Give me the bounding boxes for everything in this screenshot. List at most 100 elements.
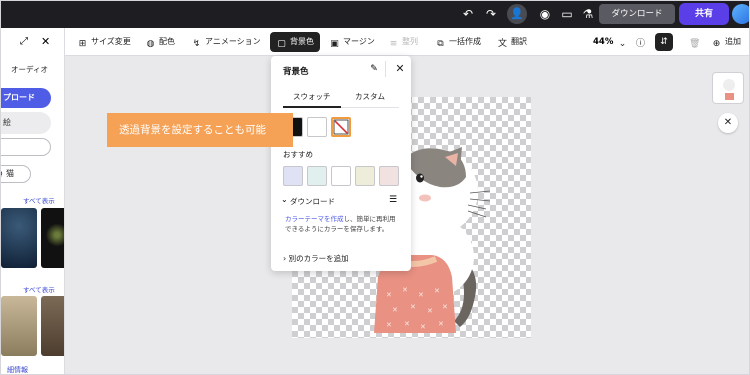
resize-label: サイズ変更 [91, 37, 131, 46]
align-tool[interactable]: ≡ 整列 [388, 32, 418, 52]
search-icon: Q [1, 166, 3, 182]
background-color-label: 背景色 [290, 37, 314, 46]
swatch-recommended-5[interactable] [379, 166, 399, 186]
see-all-link[interactable]: すべて表示 [23, 195, 55, 205]
add-color-section[interactable]: › 別のカラーを追加 [283, 253, 349, 264]
palette-icon: ◍ [146, 39, 155, 49]
margin-icon: ▣ [330, 39, 339, 49]
swatch-recommended-3[interactable] [331, 166, 351, 186]
eyedropper-icon[interactable]: ✎ [367, 62, 381, 76]
batch-create-label: 一括作成 [449, 37, 481, 46]
svg-text:✕: ✕ [434, 287, 440, 295]
translate-label: 翻訳 [511, 37, 527, 46]
thumbnail-photo[interactable] [41, 296, 64, 356]
create-color-theme-link[interactable]: カラーテーマを作成 [285, 215, 344, 223]
svg-text:✕: ✕ [386, 321, 392, 329]
batch-create-tool[interactable]: ⧉ 一括作成 [435, 32, 481, 52]
add-color-label: 別のカラーを追加 [288, 254, 349, 263]
batch-icon: ⧉ [437, 39, 444, 49]
page-thumbnail[interactable] [712, 72, 744, 104]
margin-label: マージン [343, 37, 375, 46]
trash-icon: 🗑 [689, 39, 701, 49]
tab-custom[interactable]: カスタム [355, 90, 385, 104]
background-color-tool[interactable]: ▢ 背景色 [270, 32, 320, 52]
comment-icon[interactable]: ▭ [558, 5, 576, 23]
svg-text:✕: ✕ [438, 320, 444, 328]
close-circle-icon[interactable]: ✕ [718, 113, 738, 133]
recommended-label: おすすめ [283, 150, 313, 159]
annotation-banner: 透過背景を設定することも可能 [107, 113, 293, 147]
tab-swatch[interactable]: スウォッチ [293, 90, 331, 104]
svg-text:✕: ✕ [442, 303, 448, 311]
background-swatch-icon: ▢ [277, 39, 286, 49]
chevron-right-icon: › [283, 254, 287, 263]
no-color-icon [333, 119, 349, 135]
flask-icon[interactable]: ⚗ [579, 5, 597, 23]
search-input[interactable] [1, 138, 51, 156]
svg-text:✕: ✕ [410, 303, 416, 311]
svg-text:✕: ✕ [386, 291, 392, 299]
user-avatar[interactable] [732, 4, 749, 24]
translate-tool[interactable]: 文翻訳 [497, 32, 527, 52]
expand-icon[interactable]: ⤢ [20, 36, 28, 47]
svg-text:✕: ✕ [427, 307, 433, 315]
align-icon: ≡ [389, 39, 398, 49]
zoom-dropdown[interactable]: ⌄ [617, 32, 631, 52]
color-scheme-tool[interactable]: ◍ 配色 [145, 32, 175, 52]
thumbnail-night-sky[interactable] [1, 208, 37, 268]
thumbnail-black-cat[interactable] [41, 208, 64, 268]
search-chip[interactable]: Q猫 [1, 165, 31, 183]
margin-tool[interactable]: ▣ マージン [329, 32, 375, 52]
audio-label[interactable]: オーディオ [11, 64, 48, 75]
detail-link[interactable]: 細情報 [7, 365, 28, 374]
settings-toggle-icon[interactable]: ⇵ [655, 33, 673, 51]
svg-text:✕: ✕ [404, 320, 410, 328]
svg-text:✕: ✕ [392, 306, 398, 314]
active-tab-indicator [283, 106, 341, 108]
close-icon[interactable]: ✕ [41, 35, 50, 48]
zoom-level[interactable]: 44% [593, 32, 613, 52]
see-all-link-2[interactable]: すべて表示 [23, 284, 55, 294]
delete-button[interactable]: 🗑 [689, 32, 703, 52]
swatch-white[interactable] [307, 117, 327, 137]
lightbulb-icon[interactable]: ◉ [536, 5, 554, 23]
chevron-down-icon: ⌄ [281, 195, 288, 204]
search-chip-label: 猫 [6, 169, 14, 178]
download-section-label: ダウンロード [290, 197, 335, 206]
swatch-recommended-2[interactable] [307, 166, 327, 186]
swatch-transparent[interactable] [331, 117, 351, 137]
translate-icon: 文 [497, 39, 507, 49]
photo-button[interactable]: 絵 [1, 112, 51, 134]
divider [385, 61, 386, 77]
resize-icon: ⊞ [78, 39, 87, 49]
menu-list-icon[interactable]: ☰ [389, 195, 397, 205]
swatch-recommended-1[interactable] [283, 166, 303, 186]
chevron-down-icon: ⌄ [618, 39, 627, 49]
svg-text:✕: ✕ [420, 323, 426, 331]
close-icon[interactable]: ✕ [393, 62, 407, 76]
undo-icon[interactable]: ↶ [459, 5, 477, 23]
popup-description: カラーテーマを作成し、簡単に再利用できるようにカラーを保存します。 [285, 214, 401, 234]
animation-icon: ↯ [192, 39, 201, 49]
app-window: ↶ ↷ 👤 ◉ ▭ ⚗ ダウンロード 共有 ⊞ サイズ変更 ◍ 配色 ↯ アニメーショ… [0, 0, 750, 375]
upload-button[interactable]: プロード [1, 88, 51, 108]
top-bar: ↶ ↷ 👤 ◉ ▭ ⚗ ダウンロード 共有 [1, 1, 749, 28]
add-button[interactable]: ⊕ 追加 [711, 32, 741, 52]
resize-tool[interactable]: ⊞ サイズ変更 [77, 32, 131, 52]
share-button[interactable]: 共有 [679, 3, 729, 25]
editor-toolbar: ⊞ サイズ変更 ◍ 配色 ↯ アニメーション ▢ 背景色 ▣ マージン ≡ 整列 ⧉ 一括作成… [65, 28, 749, 56]
swatch-recommended-4[interactable] [355, 166, 375, 186]
invite-user-icon[interactable]: 👤 [507, 4, 527, 24]
info-icon: ⓘ [635, 39, 645, 49]
animation-tool[interactable]: ↯ アニメーション [191, 32, 261, 52]
info-button[interactable]: ⓘ [635, 32, 649, 52]
download-section-header[interactable]: ⌄ ダウンロード ☰ [281, 195, 401, 210]
svg-text:✕: ✕ [402, 286, 408, 294]
thumbnail-person[interactable] [1, 296, 37, 356]
svg-text:✕: ✕ [418, 291, 424, 299]
left-panel: ⤢ ✕ オーディオ プロード 絵 Q猫 すべて表示 すべて表示 細情報 [1, 28, 65, 374]
color-scheme-label: 配色 [159, 37, 175, 46]
popup-title: 背景色 [283, 67, 309, 77]
download-button[interactable]: ダウンロード [599, 4, 675, 24]
redo-icon[interactable]: ↷ [482, 5, 500, 23]
